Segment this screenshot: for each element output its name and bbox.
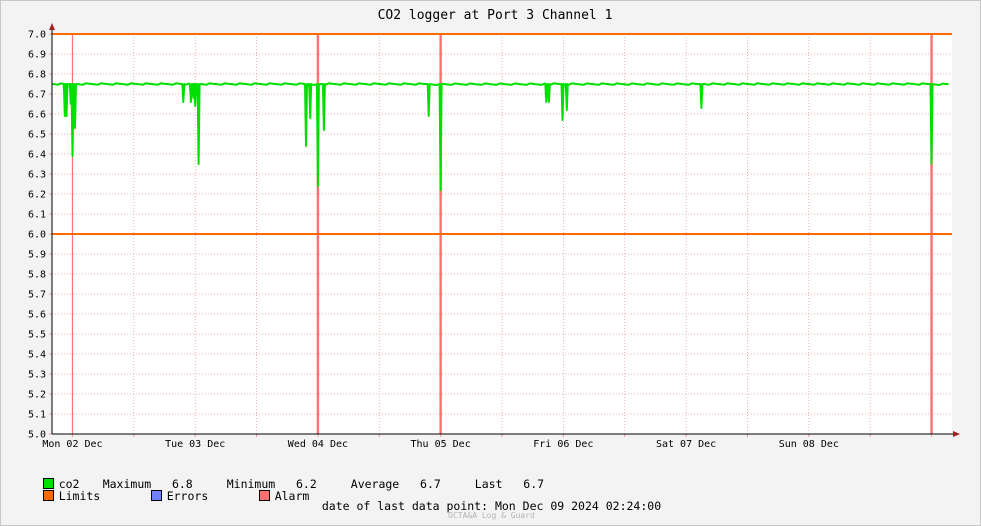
y-tick-label: 5.5: [28, 330, 46, 341]
y-tick-label: 6.1: [28, 210, 46, 221]
y-tick-label: 6.7: [28, 90, 46, 101]
y-tick-label: 5.1: [28, 410, 46, 421]
y-tick-label: 5.4: [28, 350, 46, 361]
y-tick-labels: 5.05.15.25.35.45.55.65.75.85.96.06.16.26…: [28, 30, 46, 441]
stat-average-label: Average: [350, 477, 400, 491]
x-axis-arrow: [953, 431, 960, 437]
y-tick-label: 6.9: [28, 50, 46, 61]
y-tick-label: 5.9: [28, 250, 46, 261]
credit-watermark: OCTA&A Log & Guard: [448, 511, 535, 520]
x-tick-label: Tue 03 Dec: [165, 439, 225, 450]
stat-last-value: 6.7: [523, 477, 545, 491]
y-tick-label: 5.6: [28, 310, 46, 321]
chart-panel: CO2 logger at Port 3 Channel 1 5.0 5.1 5.2…: [0, 0, 981, 526]
x-tick-label: Wed 04 Dec: [288, 439, 348, 450]
y-tick-label: 5.2: [28, 390, 46, 401]
x-tick-label: Thu 05 Dec: [411, 439, 471, 450]
chart-title: CO2 logger at Port 3 Channel 1: [378, 8, 613, 23]
y-tick-label: 5.8: [28, 270, 46, 281]
y-tick-label: 6.5: [28, 130, 46, 141]
x-tick-label: Fri 06 Dec: [533, 439, 593, 450]
x-tick-label: Mon 02 Dec: [42, 439, 102, 450]
co2-chart: CO2 logger at Port 3 Channel 1 5.05.15.2…: [28, 8, 960, 450]
y-tick-label: 6.6: [28, 110, 46, 121]
y-tick-label: 6.8: [28, 70, 46, 81]
y-tick-label: 6.0: [28, 230, 46, 241]
y-tick-label: 6.2: [28, 190, 46, 201]
x-tick-labels: Mon 02 Dec Tue 03 Dec Wed 04 Dec Thu 05 Dec…: [42, 439, 839, 450]
x-tick-label: Sun 08 Dec: [779, 439, 839, 450]
y-tick-label: 7.0: [28, 30, 46, 41]
stat-average: Average 6.7: [351, 477, 441, 491]
y-axis-arrow: [49, 23, 55, 30]
x-tick-label: Sat 07 Dec: [656, 439, 716, 450]
stat-last-label: Last: [474, 477, 503, 491]
y-tick-label: 6.4: [28, 150, 46, 161]
y-tick-label: 5.3: [28, 370, 46, 381]
stat-last: Last 6.7: [475, 477, 544, 491]
y-tick-label: 5.7: [28, 290, 46, 301]
y-tick-label: 6.3: [28, 170, 46, 181]
stat-average-value: 6.7: [420, 477, 441, 491]
